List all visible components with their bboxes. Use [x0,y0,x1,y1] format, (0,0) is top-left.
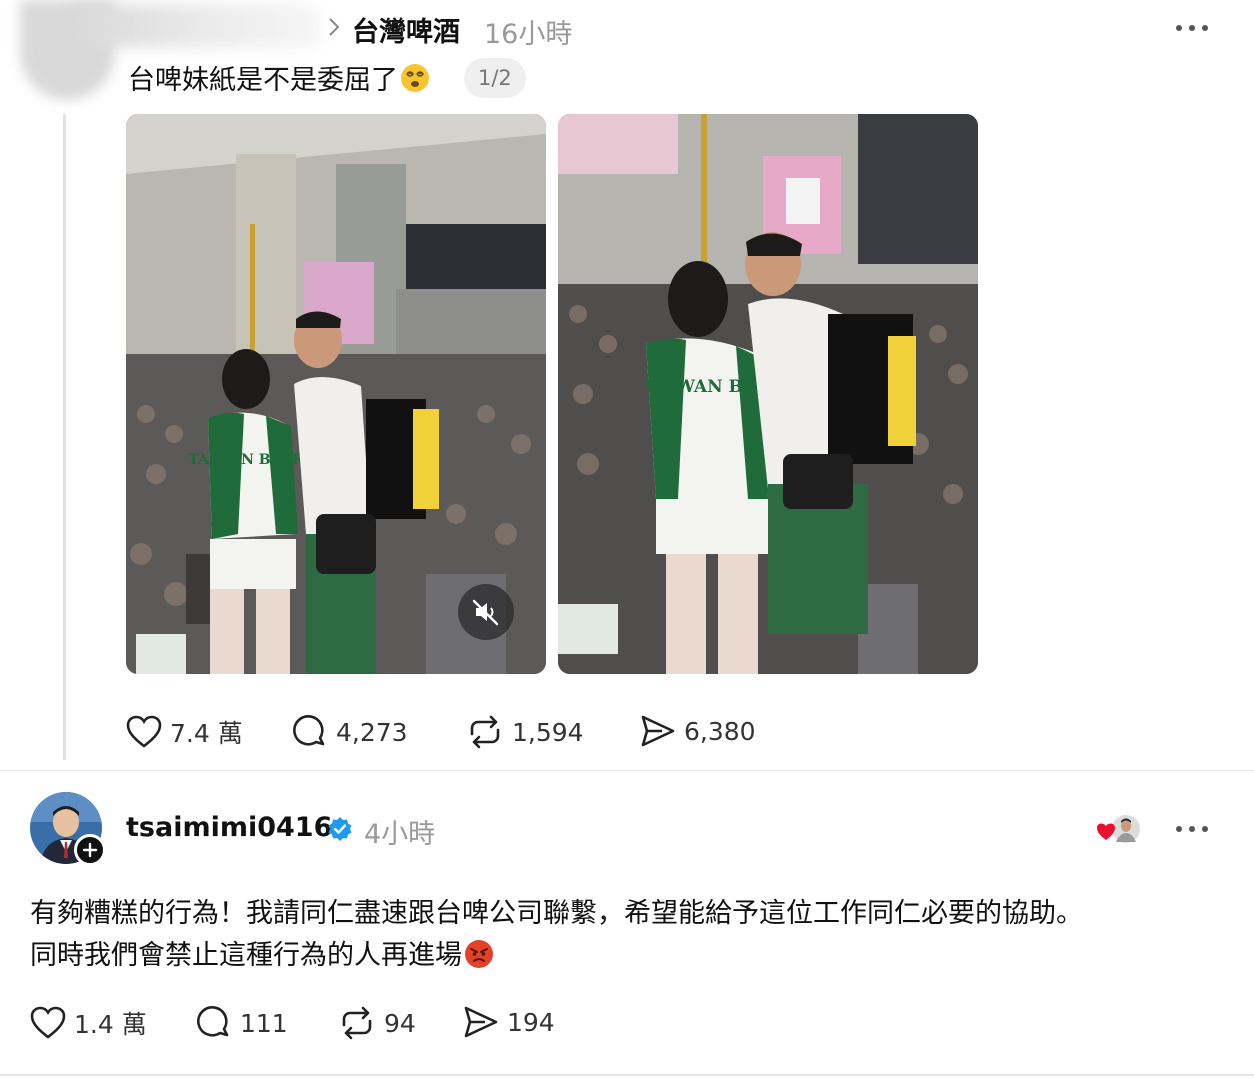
comment-bubble-icon [293,715,325,746]
dot-icon [1202,25,1208,31]
more-options-button[interactable] [1172,16,1212,40]
repost-icon [470,715,500,749]
thread-connector-line [63,114,66,760]
media-page-indicator: 1/2 [464,58,526,98]
send-icon [464,1006,498,1038]
chevron-right-icon [329,18,340,36]
reply-post-time: 4小時 [364,819,436,850]
dot-icon [1176,826,1182,832]
heart-icon [126,715,162,748]
quoted-post-time: 16小時 [484,19,573,50]
share-button[interactable]: 6,380 [640,714,756,748]
dot-icon [1189,826,1195,832]
like-count: 1.4 萬 [74,1010,147,1039]
send-icon [641,715,675,747]
reply-post-text: 有夠糟糕的行為！我請同仁盡速跟台啤公司聯繫，希望能給予這位工作同仁必要的協助。 … [30,893,1230,977]
reply-text-line-1: 有夠糟糕的行為！我請同仁盡速跟台啤公司聯繫，希望能給予這位工作同仁必要的協助。 [30,898,1083,929]
reply-text-line-2-text: 同時我們會禁止這種行為的人再進場 [30,940,462,971]
repost-count: 94 [384,1008,416,1038]
speaker-muted-icon [472,599,499,626]
repost-button[interactable]: 94 [338,1005,416,1041]
quoted-post-text: 台啤妹紙是不是委屈了 [128,58,430,97]
dot-icon [1189,25,1195,31]
plus-icon [82,842,98,858]
dot-icon [1176,25,1182,31]
repost-button[interactable]: 1,594 [466,714,584,750]
share-count: 6,380 [684,716,756,746]
more-options-button[interactable] [1172,817,1212,841]
mute-toggle-button[interactable] [458,584,514,640]
repost-icon [342,1006,372,1040]
comment-button[interactable]: 111 [196,1005,288,1041]
reply-text-line-2: 同時我們會禁止這種行為的人再進場 [30,935,1230,977]
comment-count: 111 [240,1008,288,1038]
bottom-border [0,1074,1254,1076]
repost-count: 1,594 [512,717,584,747]
share-count: 194 [507,1007,555,1037]
post-divider [0,770,1254,771]
follow-button[interactable] [74,834,106,866]
heart-icon [30,1006,66,1039]
like-button[interactable]: 1.4 萬 [30,1005,147,1041]
dizzy-face-emoji-icon [401,63,429,92]
comment-bubble-icon [197,1006,229,1037]
reply-username[interactable]: tsaimimi0416 [126,812,332,843]
like-button[interactable]: 7.4 萬 [126,714,243,750]
comment-count: 4,273 [336,717,408,747]
angry-face-emoji-icon [465,940,493,968]
like-count: 7.4 萬 [170,719,243,748]
share-button[interactable]: 194 [463,1005,555,1039]
video-thumbnail-2[interactable]: TAIWAN BEER [558,114,978,674]
verified-badge-icon [328,817,352,841]
quoted-author-name[interactable]: 台灣啤酒 [352,10,460,49]
comment-button[interactable]: 4,273 [292,714,408,750]
dot-icon [1202,826,1208,832]
blurred-username [70,4,320,48]
jersey-label: TAIWAN BEER [188,452,304,468]
liked-by-author-indicator[interactable] [1096,814,1142,846]
quoted-post-caption: 台啤妹紙是不是委屈了 [128,65,398,96]
